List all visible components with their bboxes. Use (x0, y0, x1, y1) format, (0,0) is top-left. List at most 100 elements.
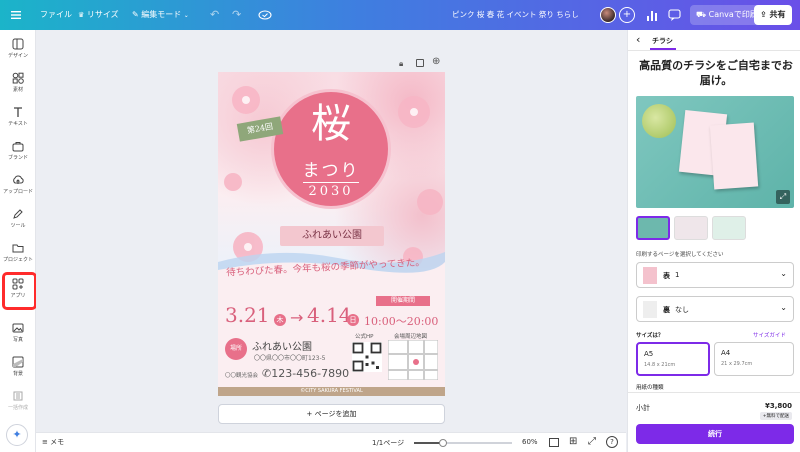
chevron-down-icon: ⌄ (780, 269, 787, 278)
sidebar-item-label: ツール (10, 223, 26, 229)
sidebar-item-label: プロジェクト (2, 257, 33, 263)
date-end: 4.14 (307, 303, 352, 327)
resize-button[interactable]: ♛ リサイズ (78, 0, 119, 30)
notes-icon: ≡ (42, 438, 48, 446)
expand-icon[interactable]: ⤢ (776, 190, 790, 204)
continue-button[interactable]: 続行 (636, 424, 794, 444)
size-option-a4[interactable]: A4 21 x 29.7cm (714, 342, 794, 376)
print-button[interactable]: ⛟ Canvaで印刷 (690, 5, 764, 25)
crown-icon: ♛ (78, 11, 85, 19)
brand-icon (12, 142, 24, 152)
flyer-design[interactable]: 第24回 桜 まつり 2030 ふれあい公園 待ちわびた春。今年も桜の季節がやっ… (218, 72, 445, 396)
add-page-button[interactable]: + ページを追加 (218, 404, 445, 424)
panel-tab-flyer[interactable]: チラシ (652, 36, 673, 46)
sidebar-item-label: アップロード (2, 189, 33, 195)
elements-icon (12, 72, 24, 84)
share-button[interactable]: ⇪ 共有 (754, 5, 792, 25)
sidebar-item-background[interactable]: 背景 (0, 356, 36, 377)
sidebar-item-bulk-create[interactable]: 一括作成 (0, 390, 36, 411)
apps-highlight-box (2, 272, 37, 310)
menu-icon[interactable] (10, 0, 24, 30)
sidebar-item-text[interactable]: テキスト (0, 106, 36, 127)
product-preview-image: ⤢ (636, 96, 794, 208)
print-label: Canvaで印刷 (708, 10, 758, 19)
photo-icon (12, 323, 24, 333)
sidebar-item-photos[interactable]: 写真 (0, 322, 36, 343)
size-option-a5[interactable]: A5 14.8 x 21cm (636, 342, 710, 376)
venue-ribbon: ふれあい公園 (280, 226, 384, 246)
add-page-icon[interactable]: ⊕ (432, 56, 440, 67)
site-label: 公式HP (355, 334, 374, 340)
size-name: A5 (644, 350, 654, 358)
sidebar-item-label: デザイン (7, 53, 28, 59)
sidebar-item-design[interactable]: デザイン (0, 38, 36, 59)
duplicate-page-icon[interactable] (416, 59, 424, 67)
sidebar-item-brand[interactable]: ブランド (0, 140, 36, 161)
zoom-slider-handle[interactable] (439, 439, 448, 447)
size-dims: 14.8 x 21cm (644, 362, 676, 368)
place-name: ふれあい公園 (252, 342, 312, 353)
sidebar-item-uploads[interactable]: アップロード (0, 174, 36, 195)
bulk-icon (13, 391, 23, 401)
sidebar-item-label: テキスト (8, 121, 28, 127)
event-time: 10:00〜20:00 (364, 315, 439, 328)
zoom-slider-track[interactable] (414, 439, 512, 447)
map-label: 会場周辺地図 (394, 334, 428, 340)
footer-bar: ©CITY SAKURA FESTIVAL (218, 387, 445, 396)
year-rule (303, 182, 359, 183)
add-collaborator-button[interactable]: + (619, 7, 635, 23)
address: 〇〇県〇〇市〇〇町123-5 (254, 355, 326, 362)
grid-view-icon[interactable]: ⊞ (569, 436, 577, 447)
phone-number: ✆123-456-7890 (262, 367, 349, 380)
file-menu[interactable]: ファイル (40, 0, 72, 30)
size-guide-link[interactable]: サイズガイド (753, 331, 786, 339)
share-icon: ⇪ (760, 10, 767, 19)
sidebar-item-label: 素材 (12, 87, 23, 93)
panel-heading: 高品質のチラシをご自宅までお届け。 (639, 59, 793, 87)
phone-icon: ✆ (262, 367, 272, 380)
notes-button[interactable]: ≡ メモ (42, 437, 64, 447)
lock-icon[interactable]: 🔒︎ (399, 59, 403, 69)
sidebar-item-projects[interactable]: プロジェクト (0, 242, 36, 263)
back-page-select[interactable]: 裏 なし ⌄ (636, 296, 794, 322)
sidebar-item-elements[interactable]: 素材 (0, 72, 36, 93)
thumbnail[interactable] (636, 216, 670, 240)
draw-icon (13, 209, 23, 219)
left-sidebar: デザイン 素材 テキスト ブランド アップロード ツール プロジェクト アプリ … (0, 30, 36, 452)
resize-label: リサイズ (86, 10, 119, 19)
magic-assistant-button[interactable]: ✦ (6, 424, 28, 446)
period-label: 開催期間 (376, 296, 430, 306)
sidebar-item-label: 一括作成 (7, 405, 28, 411)
back-icon[interactable]: ‹ (636, 33, 640, 46)
thumbnail[interactable] (674, 216, 708, 240)
comment-icon[interactable] (668, 0, 681, 30)
grapes-photo (642, 104, 676, 138)
help-icon[interactable]: ? (606, 436, 618, 448)
edit-mode-button[interactable]: ✎ 編集モード ⌄ (132, 0, 189, 30)
page-indicator[interactable]: 1/1ページ (372, 438, 404, 448)
thumbnail[interactable] (712, 216, 746, 240)
arrow-to: → (290, 308, 304, 327)
flyer-mockup (709, 122, 759, 190)
share-label: 共有 (769, 10, 786, 19)
chevron-down-icon: ⌄ (780, 303, 787, 312)
front-page-select[interactable]: 表 1 ⌄ (636, 262, 794, 288)
pencil-icon: ✎ (132, 10, 139, 19)
undo-icon: ↶ (210, 8, 220, 21)
edition-text: 第24回 (246, 121, 274, 136)
day-end-badge: 日 (347, 314, 359, 326)
design-title[interactable]: ピンク 桜 春 花 イベント 祭り ちらし (452, 0, 579, 30)
size-label: サイズは？ (636, 333, 664, 339)
page-view-icon[interactable] (549, 438, 559, 447)
analytics-icon[interactable] (646, 0, 658, 30)
zoom-level[interactable]: 60% (522, 438, 538, 446)
redo-button[interactable]: ↷ (232, 0, 241, 30)
chevron-down-icon: ⌄ (183, 12, 189, 19)
cloud-save-icon[interactable] (258, 0, 272, 30)
subtotal-label: 小計 (636, 404, 650, 412)
undo-button[interactable]: ↶ (210, 0, 219, 30)
fullscreen-icon[interactable]: ⤢ (588, 436, 596, 447)
avatar[interactable] (600, 7, 616, 23)
front-value: 1 (675, 271, 680, 279)
sidebar-item-tools[interactable]: ツール (0, 208, 36, 229)
